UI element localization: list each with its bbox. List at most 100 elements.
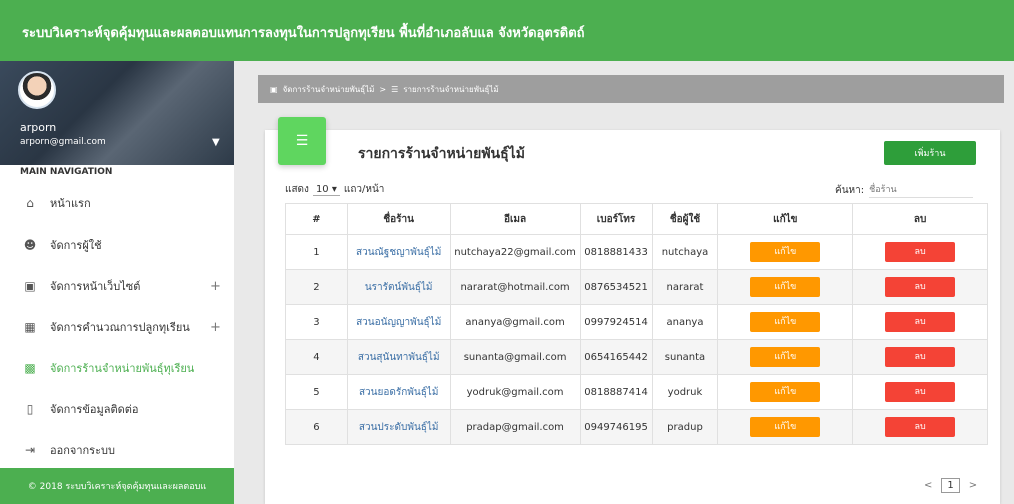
user-panel: arporn arporn@gmail.com ▼ [0, 61, 234, 165]
store-phone: 0997924514 [579, 304, 653, 340]
row-number: 6 [285, 409, 348, 445]
message-icon: ▯ [26, 402, 34, 416]
chart-icon: ▦ [24, 320, 36, 334]
edit-cell: แก้ไข [717, 339, 854, 375]
sidebar-item-label: ออกจากระบบ [50, 444, 115, 457]
chevron-down-icon[interactable]: ▼ [212, 137, 220, 148]
search-control: ค้นหา: [835, 182, 974, 198]
delete-button[interactable]: ลบ [885, 382, 956, 402]
store-user: nutchaya [651, 234, 719, 270]
table-row: 2 นรารัตน์พันธุ์ไม้ nararat@hotmail.com … [285, 269, 988, 305]
expand-icon[interactable]: + [210, 279, 221, 294]
edit-button[interactable]: แก้ไข [750, 382, 821, 402]
page-size-value: 10 [315, 183, 329, 195]
table-header-row: # ชื่อร้าน อีเมล เบอร์โทร ชื่อผู้ใช้ แก้… [285, 203, 988, 235]
delete-button[interactable]: ลบ [885, 277, 956, 297]
prev-page-button[interactable]: < [924, 480, 932, 491]
column-header[interactable]: เบอร์โทร [579, 203, 653, 235]
column-header: ลบ [852, 203, 988, 235]
show-suffix: แถว/หน้า [343, 184, 385, 195]
row-number: 4 [285, 339, 348, 375]
column-header[interactable]: อีเมล [449, 203, 581, 235]
edit-button[interactable]: แก้ไข [750, 417, 821, 437]
sidebar-item-users[interactable]: ☻ จัดการผู้ใช้ [0, 227, 234, 263]
store-email: ananya@gmail.com [449, 304, 581, 340]
delete-button[interactable]: ลบ [885, 242, 956, 262]
table-row: 6 สวนประดับพันธุ์ไม้ pradap@gmail.com 09… [285, 409, 988, 445]
sidebar-item-stores[interactable]: ▩ จัดการร้านจำหน่ายพันธุ์ทุเรียน [0, 350, 234, 386]
edit-cell: แก้ไข [717, 409, 854, 445]
delete-button[interactable]: ลบ [885, 417, 956, 437]
store-user: sunanta [651, 339, 719, 375]
store-table: # ชื่อร้าน อีเมล เบอร์โทร ชื่อผู้ใช้ แก้… [285, 203, 988, 445]
show-label: แสดง [285, 184, 309, 195]
store-phone: 0654165442 [579, 339, 653, 375]
store-phone: 0818881433 [579, 234, 653, 270]
sidebar-item-label: จัดการข้อมูลติดต่อ [50, 403, 139, 416]
expand-icon[interactable]: + [210, 320, 221, 335]
store-icon: ▩ [24, 361, 36, 375]
delete-cell: ลบ [852, 409, 988, 445]
sidebar-item-label: จัดการร้านจำหน่ายพันธุ์ทุเรียน [50, 362, 195, 375]
store-name: สวนอนัญญาพันธุ์ไม้ [346, 304, 451, 340]
store-user: ananya [651, 304, 719, 340]
search-input[interactable] [869, 182, 974, 198]
store-user: nararat [651, 269, 719, 305]
store-email: sunanta@gmail.com [449, 339, 581, 375]
column-header[interactable]: # [285, 203, 348, 235]
add-store-button[interactable]: เพิ่มร้าน [884, 141, 976, 165]
table-row: 3 สวนอนัญญาพันธุ์ไม้ ananya@gmail.com 09… [285, 304, 988, 340]
store-phone: 0818887414 [579, 374, 653, 410]
breadcrumb-current: รายการร้านจำหน่ายพันธุ์ไม้ [403, 84, 499, 94]
user-icon: ☻ [23, 238, 37, 252]
contact-card-icon: ▣ [270, 84, 278, 94]
edit-button[interactable]: แก้ไข [750, 242, 821, 262]
sidebar-item-home[interactable]: ⌂ หน้าแรก [0, 185, 234, 221]
store-name: นรารัตน์พันธุ์ไม้ [346, 269, 451, 305]
delete-button[interactable]: ลบ [885, 347, 956, 367]
column-header: แก้ไข [717, 203, 854, 235]
store-email: nararat@hotmail.com [449, 269, 581, 305]
sidebar-footer: © 2018 ระบบวิเคราะห์จุดคุ้มทุนและผลตอบแ [0, 468, 234, 504]
store-user: pradup [651, 409, 719, 445]
page-title: รายการร้านจำหน่ายพันธุ์ไม้ [358, 146, 525, 162]
edit-cell: แก้ไข [717, 269, 854, 305]
column-header[interactable]: ชื่อผู้ใช้ [651, 203, 719, 235]
store-phone: 0949746195 [579, 409, 653, 445]
sidebar-item-website[interactable]: ▣ จัดการหน้าเว็บไซต์ + [0, 268, 234, 304]
store-name: สวนประดับพันธุ์ไม้ [346, 409, 451, 445]
edit-cell: แก้ไข [717, 234, 854, 270]
page-number-button[interactable]: 1 [941, 478, 960, 493]
table-row: 1 สวนณัฐชญาพันธุ์ไม้ nutchaya22@gmail.co… [285, 234, 988, 270]
row-number: 3 [285, 304, 348, 340]
edit-button[interactable]: แก้ไข [750, 312, 821, 332]
next-page-button[interactable]: > [969, 480, 977, 491]
column-header[interactable]: ชื่อร้าน [346, 203, 451, 235]
sidebar-item-contact[interactable]: ▯ จัดการข้อมูลติดต่อ [0, 391, 234, 427]
delete-cell: ลบ [852, 374, 988, 410]
delete-button[interactable]: ลบ [885, 312, 956, 332]
sidebar-item-label: หน้าแรก [50, 197, 91, 210]
page-size-control: แสดง 10 ▾ แถว/หน้า [285, 182, 384, 197]
breadcrumb-parent[interactable]: จัดการร้านจำหน่ายพันธุ์ไม้ [283, 83, 375, 96]
edit-button[interactable]: แก้ไข [750, 277, 821, 297]
delete-cell: ลบ [852, 304, 988, 340]
delete-cell: ลบ [852, 269, 988, 305]
search-label: ค้นหา: [835, 184, 865, 196]
edit-cell: แก้ไข [717, 304, 854, 340]
delete-cell: ลบ [852, 339, 988, 375]
user-name: arporn [20, 121, 57, 134]
app-title: ระบบวิเคราะห์จุดคุ้มทุนและผลตอบแทนการลงท… [22, 26, 585, 41]
breadcrumb-separator: > [379, 84, 387, 94]
edit-cell: แก้ไข [717, 374, 854, 410]
sidebar: arporn arporn@gmail.com ▼ MAIN NAVIGATIO… [0, 61, 234, 504]
table-row: 4 สวนสุนันทาพันธุ์ไม้ sunanta@gmail.com … [285, 339, 988, 375]
list-icon: ☰ [391, 84, 399, 94]
edit-button[interactable]: แก้ไข [750, 347, 821, 367]
sidebar-item-logout[interactable]: ⇥ ออกจากระบบ [0, 432, 234, 468]
store-email: pradap@gmail.com [449, 409, 581, 445]
page-size-select[interactable]: 10 ▾ [312, 183, 340, 196]
store-name: สวนสุนันทาพันธุ์ไม้ [346, 339, 451, 375]
sidebar-item-calculation[interactable]: ▦ จัดการคำนวณการปลูกทุเรียน + [0, 309, 234, 345]
table-row: 5 สวนยอดรักพันธุ์ไม้ yodruk@gmail.com 08… [285, 374, 988, 410]
